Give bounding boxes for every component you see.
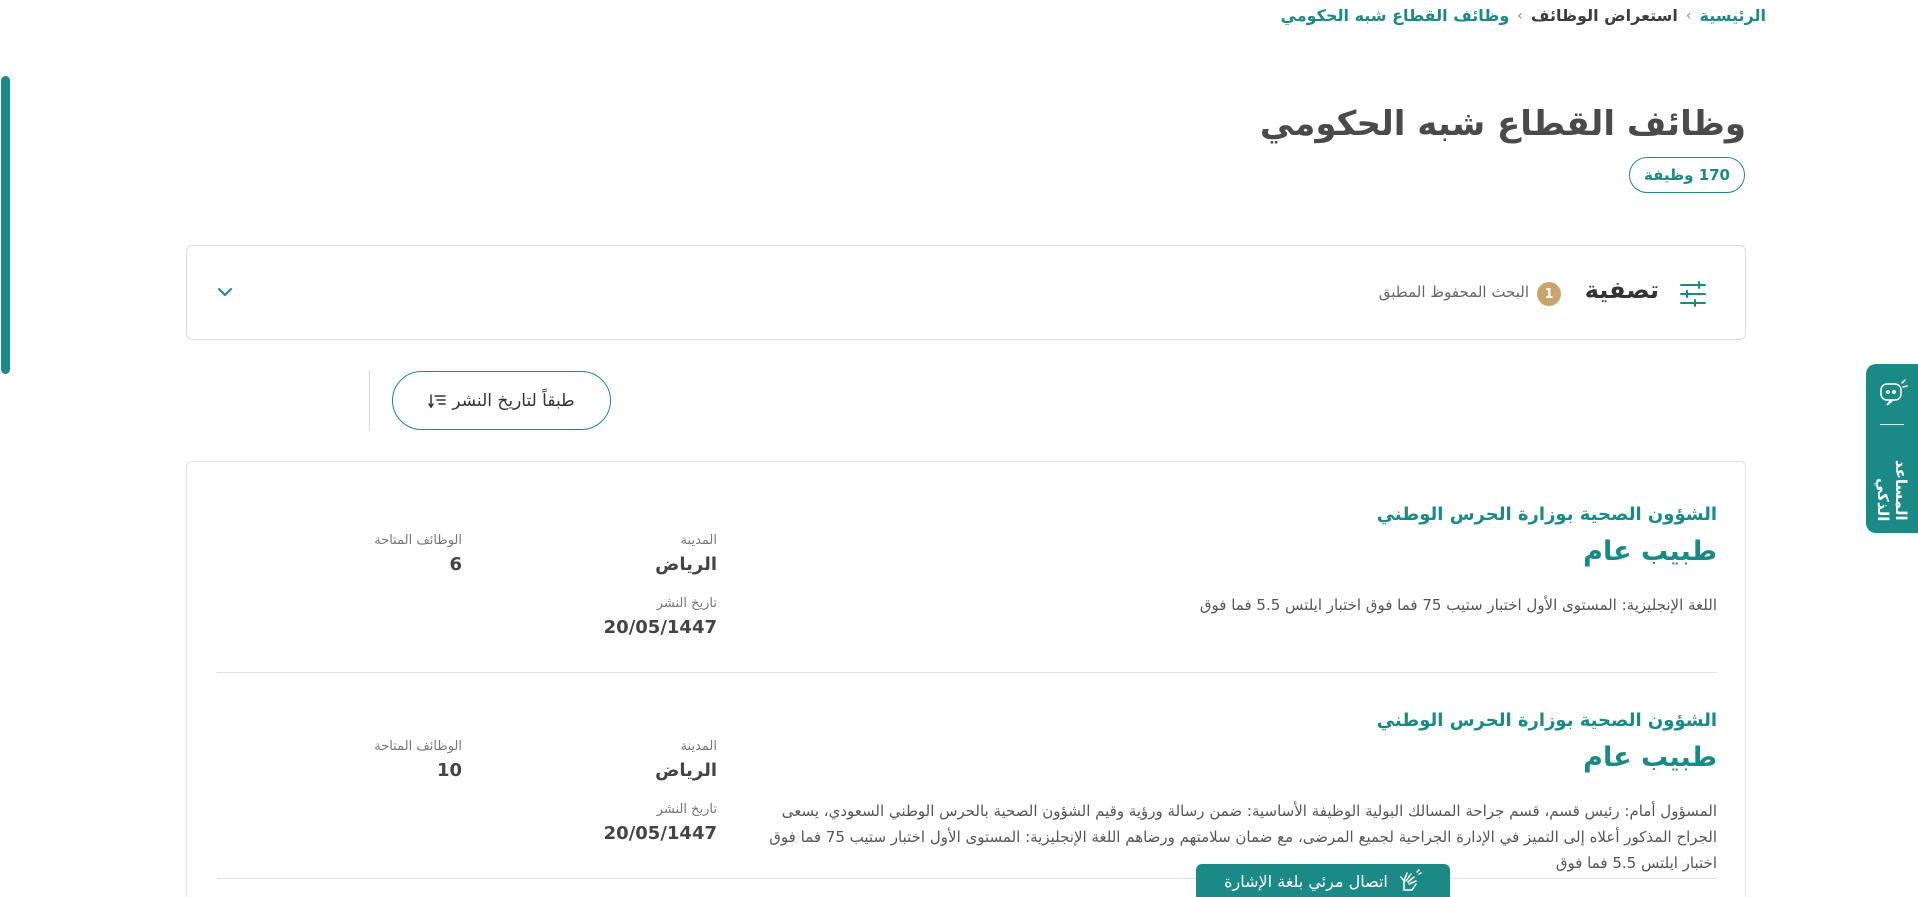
sign-language-hand-icon xyxy=(1400,869,1422,891)
job-vacancies: الوظائف المتاحة 10 xyxy=(374,739,462,781)
page-title: وظائف القطاع شبه الحكومي xyxy=(1259,104,1746,144)
publish-date-label: تاريخ النشر xyxy=(656,596,717,611)
vacancies-label: الوظائف المتاحة xyxy=(374,533,462,548)
vacancies-label: الوظائف المتاحة xyxy=(374,739,462,754)
breadcrumb-browse-link[interactable]: استعراض الوظائف xyxy=(1531,6,1678,25)
vacancies-value: 6 xyxy=(449,554,462,575)
sort-descending-icon xyxy=(428,393,447,408)
job-list: الشؤون الصحية بوزارة الحرس الوطني طبيب ع… xyxy=(186,461,1746,897)
saved-search-label[interactable]: البحث المحفوظ المطبق xyxy=(1379,283,1529,301)
chevron-down-icon[interactable] xyxy=(215,282,235,302)
sign-language-label: اتصال مرئي بلغة الإشارة xyxy=(1224,871,1388,891)
toolbar-divider xyxy=(369,370,370,431)
breadcrumb-separator: › xyxy=(1685,7,1692,24)
city-label: المدينة xyxy=(680,533,717,548)
job-card[interactable]: الشؤون الصحية بوزارة الحرس الوطني طبيب ع… xyxy=(217,698,1717,879)
sort-by-date-button[interactable]: طبقاً لتاريخ النشر xyxy=(392,371,611,430)
job-organization: الشؤون الصحية بوزارة الحرس الوطني xyxy=(1376,504,1717,525)
job-description: اللغة الإنجليزية: المستوى الأول اختبار س… xyxy=(1199,596,1717,614)
publish-date-value: 20/05/1447 xyxy=(603,617,717,638)
job-publish-date: تاريخ النشر 20/05/1447 xyxy=(604,596,717,638)
publish-date-label: تاريخ النشر xyxy=(656,802,717,817)
job-organization: الشؤون الصحية بوزارة الحرس الوطني xyxy=(1376,710,1717,731)
chat-bot-icon xyxy=(1880,379,1908,406)
breadcrumb: الرئيسية › استعراض الوظائف › وظائف القطا… xyxy=(1281,6,1766,25)
job-title-link[interactable]: طبيب عام xyxy=(1583,536,1717,567)
job-city: المدينة الرياض xyxy=(655,533,717,575)
vacancies-value: 10 xyxy=(436,760,462,781)
filter-sliders-icon[interactable] xyxy=(1679,281,1707,307)
city-value: الرياض xyxy=(655,554,717,575)
breadcrumb-home-link[interactable]: الرئيسية xyxy=(1700,6,1767,25)
smart-assistant-tab[interactable]: المساعد الذكي xyxy=(1866,364,1918,533)
job-title-link[interactable]: طبيب عام xyxy=(1583,742,1717,773)
city-value: الرياض xyxy=(655,760,717,781)
job-count-badge: 170 وظيفة xyxy=(1628,157,1745,193)
job-city: المدينة الرياض xyxy=(655,739,717,781)
filter-panel[interactable]: تصفية 1 البحث المحفوظ المطبق xyxy=(186,245,1746,340)
assistant-divider xyxy=(1880,424,1904,425)
assistant-label: المساعد الذكي xyxy=(1874,460,1910,521)
publish-date-value: 20/05/1447 xyxy=(603,823,717,844)
filter-title[interactable]: تصفية xyxy=(1585,276,1659,304)
saved-search-count-badge: 1 xyxy=(1537,282,1561,306)
breadcrumb-separator: › xyxy=(1517,7,1523,24)
sign-language-call-button[interactable]: اتصال مرئي بلغة الإشارة xyxy=(1196,864,1450,897)
job-vacancies: الوظائف المتاحة 6 xyxy=(374,533,462,575)
job-publish-date: تاريخ النشر 20/05/1447 xyxy=(604,802,717,844)
city-label: المدينة xyxy=(680,739,717,754)
job-card[interactable]: الشؤون الصحية بوزارة الحرس الوطني طبيب ع… xyxy=(217,492,1717,673)
breadcrumb-current: وظائف القطاع شبه الحكومي xyxy=(1280,6,1510,25)
sort-button-label: طبقاً لتاريخ النشر xyxy=(452,390,575,411)
page-scrollbar[interactable] xyxy=(1,76,10,374)
